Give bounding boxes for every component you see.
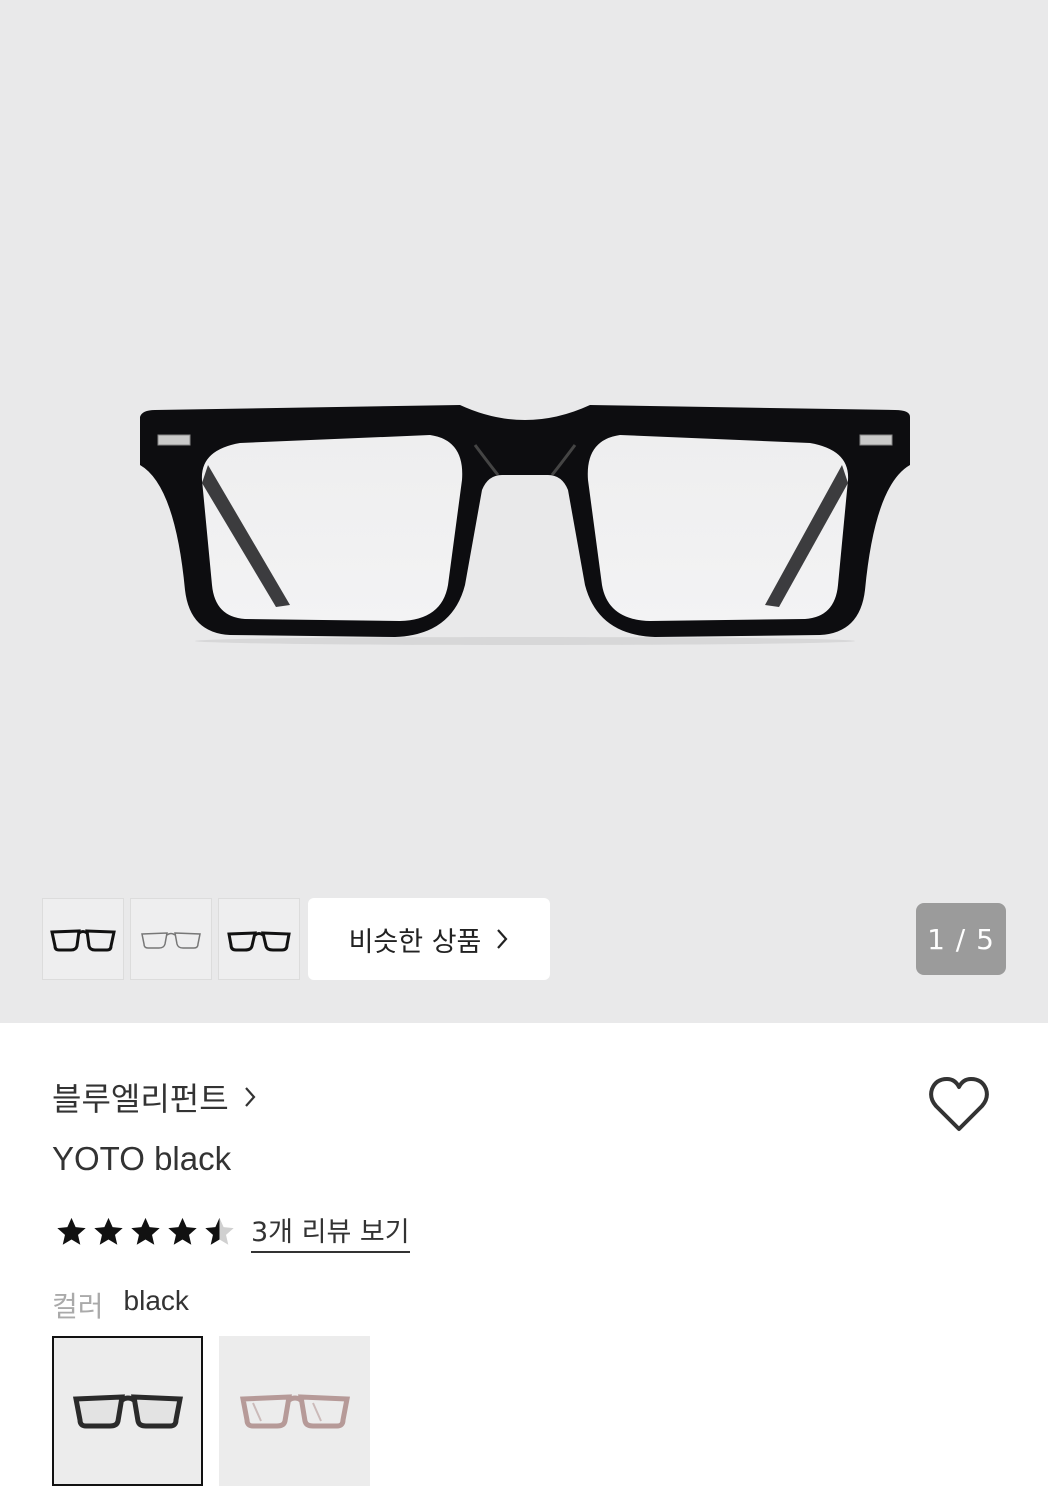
star-full-icon: [94, 1217, 123, 1245]
color-swatches: [52, 1336, 370, 1486]
rating-row: 3개 리뷰 보기: [54, 1210, 410, 1253]
view-reviews-link[interactable]: 3개 리뷰 보기: [251, 1210, 410, 1253]
color-swatch-pink[interactable]: [219, 1336, 370, 1486]
glasses-thumbnail-icon: [141, 932, 201, 949]
selected-color-value: black: [123, 1285, 189, 1316]
black-glasses-swatch-icon: [72, 1394, 183, 1429]
color-swatch-black[interactable]: [52, 1336, 203, 1486]
similar-products-label: 비슷한 상품: [348, 926, 482, 958]
thumbnail-3[interactable]: [218, 898, 300, 980]
star-full-icon: [131, 1217, 160, 1245]
star-full-icon: [168, 1217, 197, 1245]
product-image-gallery[interactable]: 비슷한 상품 1 / 5: [0, 0, 1048, 1023]
image-pager-indicator: 1 / 5: [916, 903, 1006, 975]
color-selection-row: 컬러 black: [52, 1285, 189, 1325]
star-full-icon: [57, 1217, 86, 1245]
wishlist-heart-icon[interactable]: [928, 1076, 990, 1134]
thumbnail-1[interactable]: [42, 898, 124, 980]
glasses-thumbnail-icon: [227, 931, 291, 952]
brand-link[interactable]: 블루엘리펀트: [52, 1074, 257, 1120]
pink-glasses-swatch-icon: [239, 1394, 350, 1429]
color-label: 컬러: [52, 1290, 104, 1323]
similar-products-button[interactable]: 비슷한 상품: [308, 898, 550, 980]
chevron-right-icon: [244, 1087, 256, 1107]
product-title: YOTO black: [52, 1140, 232, 1177]
glasses-thumbnail-icon: [50, 929, 116, 952]
thumbnail-strip: [42, 898, 300, 980]
eyeglasses-image: [140, 405, 910, 645]
star-half-icon: [205, 1217, 234, 1245]
chevron-right-icon: [497, 929, 508, 949]
thumbnail-2[interactable]: [130, 898, 212, 980]
rating-stars: [54, 1215, 237, 1249]
brand-name: 블루엘리펀트: [52, 1080, 229, 1118]
